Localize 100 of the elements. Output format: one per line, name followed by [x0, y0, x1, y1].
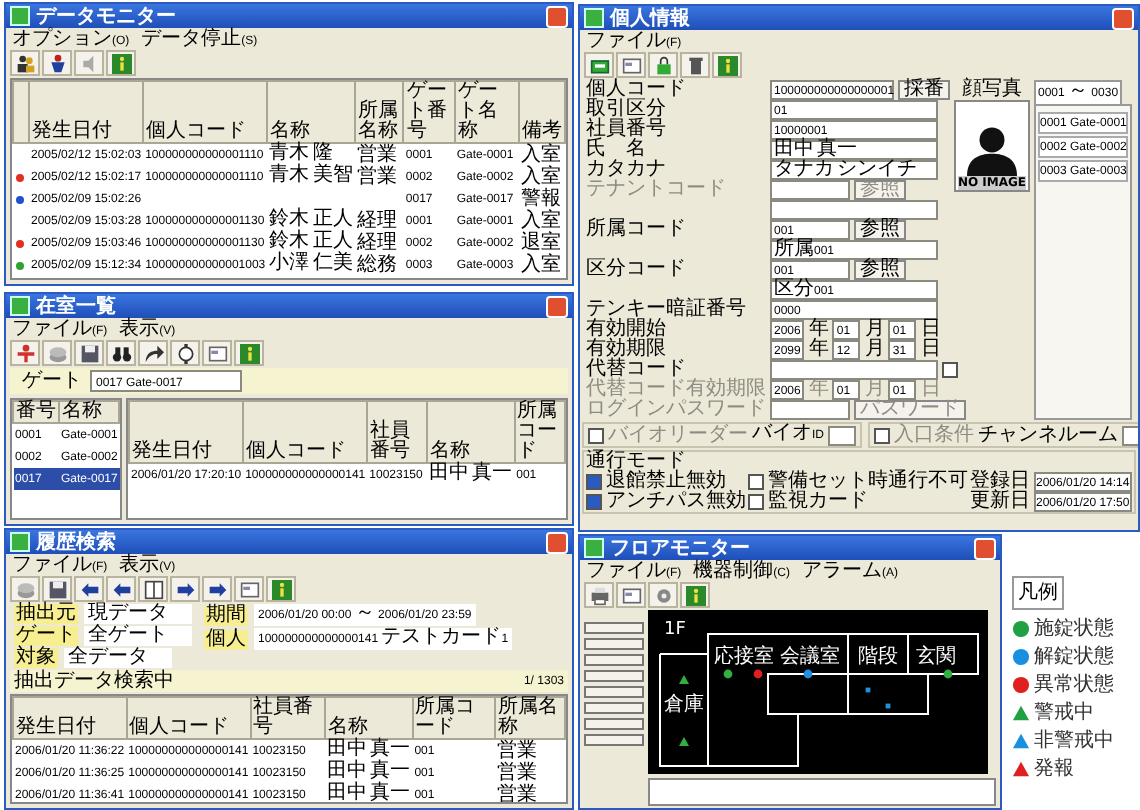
toolbar-button[interactable]: [74, 576, 104, 602]
column-header[interactable]: 名称: [325, 697, 413, 739]
toolbar-button[interactable]: [138, 576, 168, 602]
column-header[interactable]: 備考: [518, 81, 565, 143]
toolbar-button[interactable]: [10, 50, 40, 76]
window-icon: [10, 296, 30, 316]
disc-stack-icon: [15, 579, 35, 599]
column-header[interactable]: 個人コード: [143, 81, 268, 143]
field-label: 取引区分: [586, 100, 668, 120]
table-cell-text: 鈴木 正人: [267, 210, 355, 230]
checkbox-label: 退館禁止無効: [606, 472, 726, 492]
floor-button[interactable]: [584, 622, 644, 634]
column-header[interactable]: 所属コード: [514, 401, 565, 463]
column-header[interactable]: ゲート名称: [454, 81, 519, 143]
filter-value: 全ゲート: [84, 626, 192, 646]
input-field[interactable]: [828, 425, 856, 445]
checkbox[interactable]: [748, 494, 764, 510]
column-header[interactable]: 名称: [59, 401, 120, 423]
close-button[interactable]: [546, 5, 568, 27]
checkbox[interactable]: [588, 427, 604, 443]
checkbox[interactable]: [748, 474, 764, 490]
column-header[interactable]: 所属名称: [354, 81, 404, 143]
filter-label: 抽出元: [14, 604, 78, 624]
window-title: 履歴検索: [36, 530, 116, 555]
toolbar-button[interactable]: [202, 576, 232, 602]
close-button[interactable]: [546, 531, 568, 553]
checkbox[interactable]: [942, 362, 958, 378]
input-field[interactable]: 田中 真一: [770, 140, 938, 160]
checkbox[interactable]: [586, 494, 602, 510]
window-icon: [584, 8, 604, 28]
column-header[interactable]: 個人コード: [126, 697, 251, 739]
table-cell: 営業: [494, 739, 565, 762]
card-icon: [239, 579, 259, 599]
room-label: 倉庫: [664, 694, 704, 716]
checkbox[interactable]: [874, 427, 890, 443]
column-header[interactable]: 社員番号: [250, 697, 326, 739]
column-header[interactable]: 所属名称: [494, 697, 565, 739]
floor-button[interactable]: [584, 686, 644, 698]
input-field[interactable]: [770, 180, 850, 200]
form-button[interactable]: 参照: [854, 220, 906, 240]
column-header[interactable]: 発生日付: [13, 697, 127, 739]
person-icon: [47, 53, 67, 73]
room-label: 会議室: [780, 646, 840, 668]
toolbar-button[interactable]: [106, 576, 136, 602]
toolbar-button[interactable]: [74, 340, 104, 366]
legend-label: 施錠状態: [1034, 616, 1114, 642]
input-field[interactable]: [770, 360, 938, 380]
toolbar-button[interactable]: [106, 340, 136, 366]
floor-button[interactable]: [584, 670, 644, 682]
lock-icon: [653, 55, 673, 75]
floor-button[interactable]: [584, 654, 644, 666]
toolbar-button[interactable]: [42, 576, 72, 602]
trash-icon: [685, 55, 705, 75]
floor-button[interactable]: [584, 734, 644, 746]
field-label: 登録日: [970, 472, 1030, 492]
form-button[interactable]: 参照: [854, 260, 906, 280]
input-field[interactable]: [770, 400, 850, 420]
field-label: 社員番号: [586, 120, 668, 140]
field-label: ログインパスワード: [586, 400, 766, 420]
toolbar-button[interactable]: [170, 576, 200, 602]
column-header[interactable]: 所属コード: [412, 697, 495, 739]
toolbar-button[interactable]: [42, 50, 72, 76]
column-header[interactable]: ゲート番号: [403, 81, 455, 143]
field-label: カタカナ: [586, 160, 668, 180]
column-header[interactable]: 番号: [13, 401, 59, 423]
table-cell-text: 経理: [354, 232, 399, 254]
unit-label: 年: [808, 320, 829, 340]
binoculars-icon: [111, 343, 131, 363]
unit-label: 年: [808, 340, 829, 360]
book-icon: [143, 579, 163, 599]
floor-button[interactable]: [584, 638, 644, 650]
table-cell-text: 営業: [494, 762, 539, 783]
room-label: 階段: [858, 646, 898, 668]
input-field[interactable]: [770, 200, 938, 220]
column-header[interactable]: 名称: [426, 401, 515, 463]
field-label: 氏 名: [586, 140, 646, 160]
floor-button[interactable]: [584, 718, 644, 730]
window-icon: [10, 6, 30, 26]
field-label: 代替コード有効期限: [586, 380, 766, 400]
toolbar-button[interactable]: [648, 52, 678, 78]
column-header[interactable]: 発生日付: [129, 401, 244, 463]
close-button[interactable]: [974, 537, 996, 559]
form-button[interactable]: 採番: [898, 80, 950, 100]
toolbar-button[interactable]: [170, 340, 200, 366]
filter-label: ゲート: [14, 626, 78, 646]
group-title: 通行モード: [586, 452, 686, 472]
input-field[interactable]: タナカ シンイチ: [770, 160, 938, 180]
toolbar-button[interactable]: [138, 340, 168, 366]
column-header[interactable]: 社員番号: [367, 401, 427, 463]
toolbar-button[interactable]: [584, 52, 614, 78]
filter-label: 期間: [204, 605, 248, 625]
floor-button[interactable]: [584, 702, 644, 714]
column-header[interactable]: 名称: [267, 81, 355, 143]
column-header[interactable]: 発生日付: [29, 81, 144, 143]
close-button[interactable]: [546, 295, 568, 317]
toolbar-button[interactable]: [680, 52, 710, 78]
checkbox[interactable]: [586, 474, 602, 490]
column-header[interactable]: 個人コード: [243, 401, 368, 463]
close-button[interactable]: [1112, 7, 1134, 29]
field-label: 更新日: [970, 492, 1030, 512]
